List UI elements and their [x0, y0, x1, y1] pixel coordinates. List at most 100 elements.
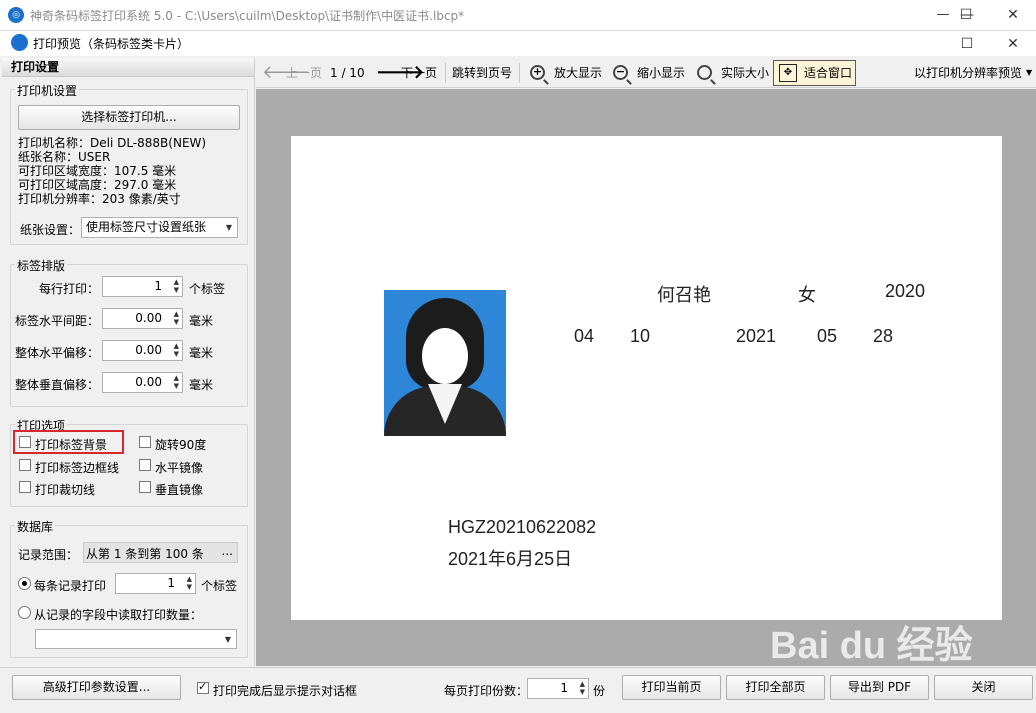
- print-cut-line-checkbox[interactable]: [19, 481, 31, 493]
- photo-face: [422, 328, 468, 384]
- toolbar-divider: [519, 63, 520, 83]
- h-spacing-value: 0.00: [135, 311, 162, 325]
- mirror-h-label[interactable]: 水平镜像: [155, 459, 203, 476]
- h-offset-spinner[interactable]: 0.00 ▲ ▼: [102, 340, 183, 361]
- dialog-logo-icon: [11, 34, 28, 51]
- mirror-h-checkbox[interactable]: [139, 459, 151, 471]
- close-button[interactable]: ✕: [990, 0, 1036, 30]
- card-month: 04: [574, 326, 595, 346]
- per-row-unit: 个标签: [189, 282, 226, 296]
- close-dialog-button[interactable]: 关闭: [934, 675, 1033, 700]
- per-row-spinner[interactable]: 1 ▲ ▼: [102, 276, 183, 297]
- chevron-down-icon: ▼: [224, 635, 231, 644]
- v-offset-unit: 毫米: [189, 378, 214, 392]
- card-year2: 2021: [736, 326, 777, 346]
- v-offset-spinner[interactable]: 0.00 ▲ ▼: [102, 372, 183, 393]
- v-offset-label: 整体垂直偏移：: [15, 378, 100, 392]
- print-background-checkbox[interactable]: [19, 436, 31, 448]
- print-current-page-button[interactable]: 打印当前页: [622, 675, 721, 700]
- h-spacing-unit: 毫米: [189, 314, 214, 328]
- zoom-in-button[interactable]: 放大显示: [554, 58, 602, 88]
- field-select[interactable]: ▼: [35, 629, 237, 649]
- dialog-title: 打印预览（条码标签类卡片）: [33, 37, 190, 51]
- maximize-button[interactable]: ☐: [943, 0, 989, 30]
- h-offset-value: 0.00: [135, 343, 162, 357]
- app-title: 神奇条码标签打印系统 5.0 - C:\Users\cuilm\Desktop\…: [30, 9, 465, 23]
- paper-setting-select[interactable]: 使用标签尺寸设置纸张 ▼: [81, 217, 238, 238]
- copies-value: 1: [560, 681, 568, 695]
- show-dialog-checkbox[interactable]: [197, 680, 209, 694]
- fit-window-icon: ✥: [779, 64, 797, 82]
- card-name: 何召艳: [657, 285, 711, 305]
- spinner-arrows-icon[interactable]: ▲ ▼: [174, 342, 179, 358]
- printer-resolution-preview-button[interactable]: 以打印机分辨率预览: [914, 58, 1022, 88]
- export-pdf-button[interactable]: 导出到 PDF: [830, 675, 929, 700]
- rotate-90-checkbox[interactable]: [139, 436, 151, 448]
- spinner-arrows-icon[interactable]: ▲ ▼: [187, 575, 192, 591]
- fit-window-button[interactable]: ✥ 适合窗口: [773, 60, 856, 86]
- select-printer-button[interactable]: 选择标签打印机...: [18, 105, 240, 130]
- dialog-title-bar: 打印预览（条码标签类卡片） ☐ ✕: [0, 30, 1036, 56]
- next-page-button[interactable]: 下一页: [401, 58, 437, 88]
- printer-resolution-info: 打印机分辨率：203 像素/英寸: [18, 192, 181, 206]
- spinner-arrows-icon[interactable]: ▲ ▼: [174, 310, 179, 326]
- card-day: 10: [630, 326, 651, 346]
- mirror-v-label[interactable]: 垂直镜像: [155, 481, 203, 498]
- database-title: 数据库: [15, 518, 56, 535]
- record-range-more-button[interactable]: ...: [222, 544, 233, 558]
- per-record-unit: 个标签: [201, 579, 238, 593]
- prev-page-button[interactable]: 上一页: [286, 58, 322, 88]
- record-range-value: 从第 1 条到第 100 条: [86, 547, 204, 561]
- per-record-spinner[interactable]: 1 ▲ ▼: [115, 573, 196, 594]
- advanced-settings-button[interactable]: 高级打印参数设置...: [12, 675, 181, 700]
- h-spacing-spinner[interactable]: 0.00 ▲ ▼: [102, 308, 183, 329]
- app-title-bar: ◎ 神奇条码标签打印系统 5.0 - C:\Users\cuilm\Deskto…: [0, 0, 1036, 30]
- spinner-arrows-icon[interactable]: ▲ ▼: [174, 278, 179, 294]
- rotate-90-label[interactable]: 旋转90度: [155, 436, 206, 453]
- h-offset-unit: 毫米: [189, 346, 214, 360]
- dialog-maximize-button[interactable]: ☐: [944, 29, 990, 59]
- print-border-label[interactable]: 打印标签边框线: [35, 459, 119, 476]
- print-all-pages-button[interactable]: 打印全部页: [726, 675, 825, 700]
- record-range-field[interactable]: 从第 1 条到第 100 条 ...: [83, 542, 238, 563]
- per-row-label: 每行打印：: [39, 282, 100, 296]
- chevron-down-icon: ▼: [225, 223, 232, 232]
- show-dialog-label[interactable]: 打印完成后显示提示对话框: [213, 682, 357, 699]
- fit-window-label: 适合窗口: [804, 66, 853, 80]
- dialog-close-button[interactable]: ✕: [990, 29, 1036, 59]
- spinner-arrows-icon[interactable]: ▲ ▼: [580, 680, 585, 696]
- goto-page-button[interactable]: 跳转到页号: [452, 58, 512, 88]
- chevron-down-icon[interactable]: ▼: [1026, 58, 1032, 88]
- paper-name-info: 纸张名称：USER: [18, 150, 111, 164]
- per-record-value: 1: [167, 576, 175, 590]
- toolbar-divider: [445, 63, 446, 83]
- app-logo-icon: ◎: [8, 7, 24, 23]
- from-field-label[interactable]: 从记录的字段中读取打印数量：: [34, 606, 202, 623]
- spinner-arrows-icon[interactable]: ▲ ▼: [174, 374, 179, 390]
- actual-size-icon[interactable]: [697, 65, 712, 80]
- actual-size-button[interactable]: 实际大小: [721, 58, 769, 88]
- zoom-out-icon[interactable]: −: [613, 65, 628, 80]
- zoom-in-icon[interactable]: +: [530, 65, 545, 80]
- h-spacing-label: 标签水平间距：: [15, 314, 100, 328]
- zoom-out-button[interactable]: 缩小显示: [637, 58, 685, 88]
- card-cert-no: HGZ20210622082: [448, 517, 597, 537]
- copies-spinner[interactable]: 1 ▲ ▼: [527, 678, 589, 699]
- mirror-v-checkbox[interactable]: [139, 481, 151, 493]
- baidu-watermark: Bai du 经验: [770, 625, 973, 667]
- printer-settings-title: 打印机设置: [15, 82, 80, 99]
- print-background-label[interactable]: 打印标签背景: [35, 436, 107, 453]
- from-field-radio[interactable]: [18, 606, 31, 619]
- v-offset-value: 0.00: [135, 375, 162, 389]
- per-record-radio[interactable]: [18, 577, 31, 590]
- per-record-label[interactable]: 每条记录打印: [34, 577, 106, 594]
- copies-label: 每页打印份数：: [444, 684, 529, 698]
- print-border-checkbox[interactable]: [19, 459, 31, 471]
- card-year: 2020: [885, 281, 926, 301]
- printable-height-info: 可打印区域高度：297.0 毫米: [18, 178, 177, 192]
- print-cut-line-label[interactable]: 打印裁切线: [35, 481, 95, 498]
- label-page: 何召艳 女 2020 04 10 2021 05 28 HGZ202106220…: [291, 136, 1002, 620]
- card-issue-date: 2021年6月25日: [448, 549, 573, 569]
- portrait-photo: [384, 290, 506, 436]
- paper-setting-value: 使用标签尺寸设置纸张: [86, 220, 207, 234]
